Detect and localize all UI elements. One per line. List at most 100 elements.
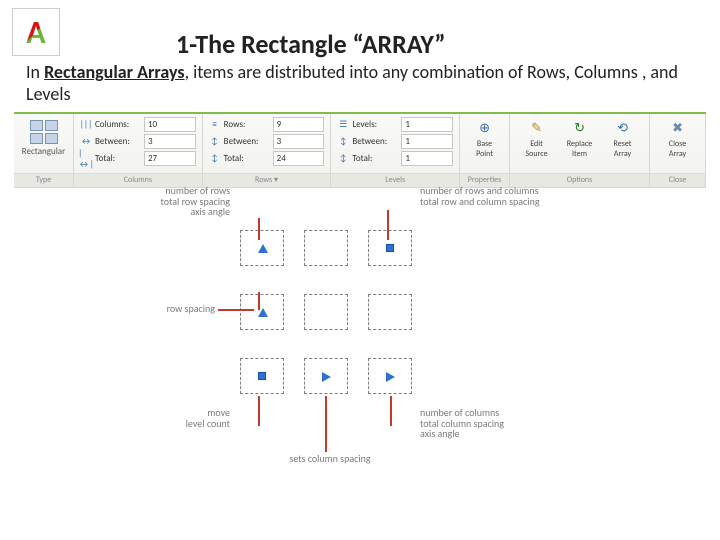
levels-input[interactable]: 1: [401, 117, 453, 132]
grip-col-spacing[interactable]: [322, 372, 331, 382]
lvl-between-label: Between:: [352, 136, 398, 147]
grip-row-axis[interactable]: [258, 244, 268, 253]
panel-options: ✎EditSource ↻ReplaceItem ⟲ResetArray Opt…: [510, 114, 650, 187]
panel-close: ✖ Close Array Close: [650, 114, 706, 187]
lead-line: [218, 309, 254, 311]
annot-top-right: number of rows and columnstotal row and …: [420, 186, 590, 207]
panel-rows: ≡Rows:9 ↕Between:3 ↕Total:24 Rows ▾: [203, 114, 332, 187]
grip-base[interactable]: [258, 372, 266, 380]
page-title: 1-The Rectangle “ARRAY”: [176, 28, 446, 60]
annot-bot-left: movelevel count: [130, 408, 230, 429]
lead-line: [258, 292, 260, 310]
array-cell: [368, 358, 412, 394]
columns-icon: |||: [80, 119, 92, 131]
array-cell: [368, 230, 412, 266]
col-total-icon: |↔|: [80, 153, 92, 165]
edit-icon: ✎: [527, 118, 547, 138]
array-cell: [304, 358, 348, 394]
rows-input[interactable]: 9: [273, 117, 325, 132]
rows-icon: ≡: [209, 119, 221, 131]
array-ribbon: Rectangular Type |||Columns:10 ↔Between:…: [14, 112, 706, 188]
base-point-icon: ⊕: [475, 118, 495, 138]
row-between-input[interactable]: 3: [273, 134, 325, 149]
levels-icon: ☰: [337, 119, 349, 131]
edit-l2: Source: [525, 150, 547, 158]
close-icon: ✖: [668, 118, 688, 138]
array-cell: [304, 294, 348, 330]
row-total-icon: ↕: [209, 153, 221, 165]
columns-input[interactable]: 10: [144, 117, 196, 132]
lead-line: [387, 210, 389, 240]
array-cell: [368, 294, 412, 330]
replace-icon: ↻: [570, 118, 590, 138]
lvl-between-input[interactable]: 1: [401, 134, 453, 149]
close-l1: Close: [669, 140, 686, 148]
columns-label: Columns:: [95, 119, 141, 130]
col-total-label: Total:: [95, 153, 141, 164]
desc-bold: Rectangular Arrays: [44, 61, 185, 83]
annot-bot-mid: sets column spacing: [270, 454, 390, 465]
lvl-total-label: Total:: [352, 153, 398, 164]
row-between-label: Between:: [224, 136, 270, 147]
columns-total-row: |↔|Total:27: [80, 151, 196, 166]
lead-line: [390, 396, 392, 426]
replace-l1: Replace: [567, 140, 592, 148]
levels-count-row: ☰Levels:1: [337, 117, 453, 132]
panel-properties: ⊕ Base Point Properties: [460, 114, 510, 187]
col-total-input[interactable]: 27: [144, 151, 196, 166]
array-cell: [304, 230, 348, 266]
levels-between-row: ↕Between:1: [337, 134, 453, 149]
reset-array-button[interactable]: ⟲ Reset Array: [602, 118, 643, 158]
lvl-total-icon: ↕: [337, 153, 349, 165]
grip-col-axis[interactable]: [386, 372, 395, 382]
close-l2: Array: [669, 150, 686, 158]
reset-l2: Array: [614, 150, 631, 158]
lead-line: [258, 218, 260, 240]
panel-type: Rectangular Type: [14, 114, 74, 187]
levels-total-row: ↕Total:1: [337, 151, 453, 166]
row-total-input[interactable]: 24: [273, 151, 325, 166]
reset-l1: Reset: [614, 140, 632, 148]
row-between-icon: ↕: [209, 136, 221, 148]
edit-l1: Edit: [530, 140, 543, 148]
array-cell: [240, 358, 284, 394]
rows-between-row: ↕Between:3: [209, 134, 325, 149]
base-point-button[interactable]: ⊕ Base Point: [466, 118, 503, 158]
columns-between-row: ↔Between:3: [80, 134, 196, 149]
panel-label-type: Type: [14, 173, 73, 187]
logo-letter: A: [26, 13, 45, 52]
rectangular-array-button[interactable]: Rectangular: [20, 118, 67, 157]
edit-source-button[interactable]: ✎ Edit Source: [516, 118, 557, 158]
replace-l2: Item: [572, 150, 587, 158]
col-between-label: Between:: [95, 136, 141, 147]
columns-count-row: |||Columns:10: [80, 117, 196, 132]
lvl-between-icon: ↕: [337, 136, 349, 148]
annot-mid-left: row spacing: [120, 304, 215, 315]
annot-bot-right: number of columnstotal column spacingaxi…: [420, 408, 570, 440]
array-diagram: number of rowstotal row spacingaxis angl…: [150, 210, 570, 500]
panel-columns: |||Columns:10 ↔Between:3 |↔|Total:27 Col…: [74, 114, 203, 187]
app-logo: A: [12, 8, 60, 56]
panel-label-close: Close: [650, 173, 705, 187]
reset-icon: ⟲: [613, 118, 633, 138]
grip-total[interactable]: [386, 244, 394, 252]
annot-top-left: number of rowstotal row spacingaxis angl…: [100, 186, 230, 218]
replace-item-button[interactable]: ↻ Replace Item: [559, 118, 600, 158]
close-array-button[interactable]: ✖ Close Array: [656, 118, 699, 158]
rows-label: Rows:: [224, 119, 270, 130]
rows-count-row: ≡Rows:9: [209, 117, 325, 132]
col-between-input[interactable]: 3: [144, 134, 196, 149]
levels-label: Levels:: [352, 119, 398, 130]
page-description: In Rectangular Arrays, items are distrib…: [26, 62, 706, 105]
type-label: Rectangular: [22, 146, 65, 157]
base-point-l2: Point: [476, 150, 493, 158]
lead-line: [325, 396, 327, 452]
lvl-total-input[interactable]: 1: [401, 151, 453, 166]
panel-levels: ☰Levels:1 ↕Between:1 ↕Total:1 Levels: [331, 114, 460, 187]
row-total-label: Total:: [224, 153, 270, 164]
array-cell: [240, 230, 284, 266]
lead-line: [258, 396, 260, 426]
array-cell: [240, 294, 284, 330]
rectangular-icon: [30, 120, 58, 144]
rows-total-row: ↕Total:24: [209, 151, 325, 166]
